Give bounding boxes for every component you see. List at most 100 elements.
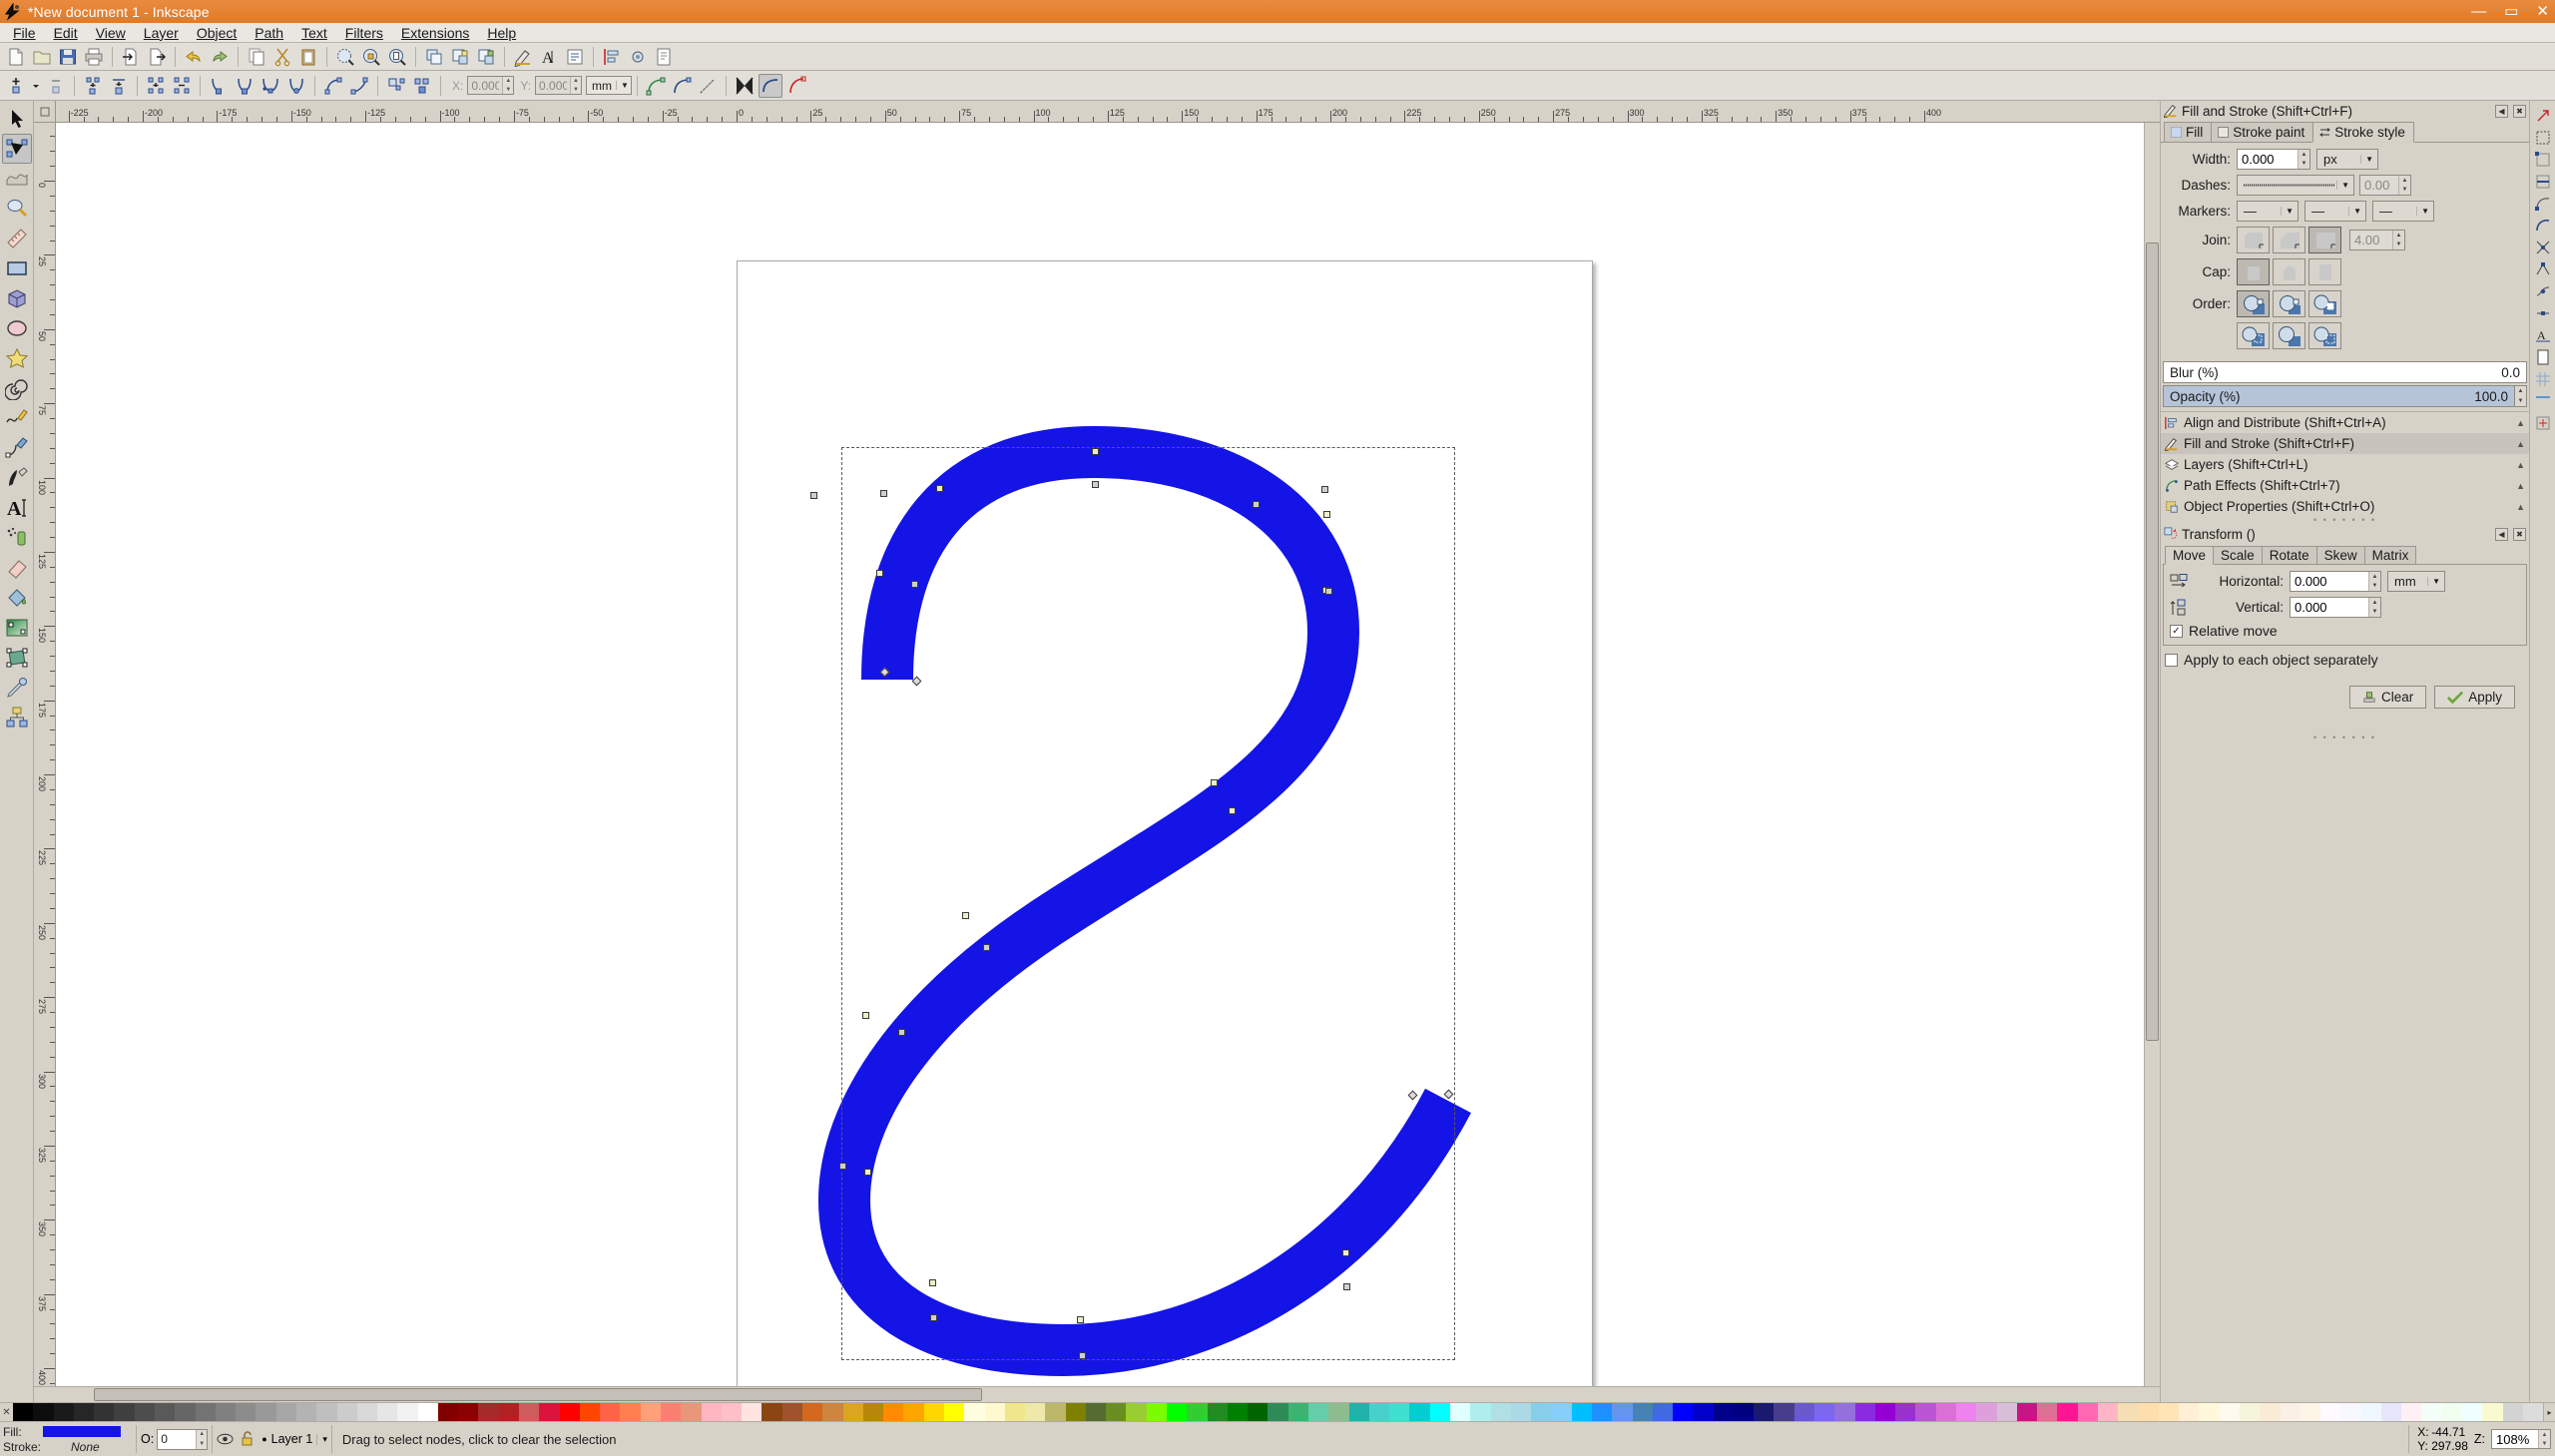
snap-guide-icon[interactable]: [2532, 390, 2554, 412]
path-node-handle[interactable]: [876, 570, 883, 577]
path-node-handle[interactable]: [1343, 1283, 1350, 1290]
palette-swatch[interactable]: [1227, 1403, 1249, 1421]
palette-swatch[interactable]: [781, 1403, 802, 1421]
dashes-combo[interactable]: ▼: [2237, 175, 2354, 196]
palette-swatch[interactable]: [1673, 1403, 1694, 1421]
palette-swatch[interactable]: [1065, 1403, 1086, 1421]
insert-node-icon[interactable]: [4, 74, 28, 98]
palette-swatch[interactable]: [458, 1403, 479, 1421]
menu-help[interactable]: Help: [478, 24, 525, 42]
palette-swatch[interactable]: [1328, 1403, 1349, 1421]
path-node-handle[interactable]: [1321, 486, 1328, 493]
ellipse-tool-icon[interactable]: [2, 313, 32, 343]
palette-swatch[interactable]: [2421, 1403, 2442, 1421]
relative-move-row[interactable]: ✓ Relative move: [2170, 623, 2520, 639]
fill-stroke-icon[interactable]: [511, 45, 535, 69]
menu-text[interactable]: Text: [292, 24, 336, 42]
palette-swatch[interactable]: [1793, 1403, 1815, 1421]
horizontal-field[interactable]: ▲▼: [2290, 571, 2381, 592]
opacity-spinner[interactable]: ▲ ▼: [196, 1429, 208, 1449]
palette-swatch[interactable]: [1025, 1403, 1046, 1421]
vertical-scrollbar-thumb[interactable]: [2146, 243, 2159, 1041]
palette-swatch[interactable]: [2380, 1403, 2402, 1421]
palette-swatch[interactable]: [842, 1403, 863, 1421]
palette-swatch[interactable]: [2360, 1403, 2381, 1421]
palette-swatch[interactable]: [1085, 1403, 1107, 1421]
palette-swatch[interactable]: [2522, 1403, 2544, 1421]
tab-skew[interactable]: Skew: [2315, 546, 2365, 564]
chevron-up-icon[interactable]: ▲: [2516, 481, 2525, 491]
palette-swatch[interactable]: [316, 1403, 337, 1421]
redo-icon[interactable]: [208, 45, 232, 69]
zoom-tool-icon[interactable]: [2, 194, 32, 224]
ungroup-icon[interactable]: [474, 45, 498, 69]
chevron-up-icon[interactable]: ▲: [2516, 418, 2525, 428]
order-stroke-markers-fill-button[interactable]: [2308, 322, 2341, 349]
connector-tool-icon[interactable]: [2, 643, 32, 673]
apply-each-checkbox[interactable]: [2165, 653, 2178, 667]
tab-matrix[interactable]: Matrix: [2363, 546, 2417, 564]
break-path-icon[interactable]: [81, 74, 105, 98]
palette-swatch[interactable]: [2482, 1403, 2503, 1421]
layer-dropdown-icon[interactable]: ▾: [316, 1433, 327, 1445]
export-icon[interactable]: [145, 45, 169, 69]
path-node-handle[interactable]: [929, 1279, 936, 1286]
palette-swatch[interactable]: [2462, 1403, 2483, 1421]
path-node-handle[interactable]: [1229, 807, 1236, 814]
path-node-handle[interactable]: [1079, 1352, 1086, 1359]
tweak-tool-icon[interactable]: [2, 164, 32, 194]
path-node-handle[interactable]: [930, 1314, 937, 1321]
path-node-handle[interactable]: [962, 912, 969, 919]
make-symmetric-icon[interactable]: [258, 74, 282, 98]
minimize-button[interactable]: —: [2471, 4, 2486, 19]
diagram-connector-tool-icon[interactable]: [2, 703, 32, 732]
cut-icon[interactable]: [270, 45, 294, 69]
dialog-item-path-effects[interactable]: Path Effects (Shift+Ctrl+7) ▲: [2161, 475, 2529, 496]
palette-swatch[interactable]: [1106, 1403, 1127, 1421]
eraser-tool-icon[interactable]: [2, 553, 32, 583]
path-node-handle[interactable]: [810, 492, 817, 499]
node-unit-combo[interactable]: mm ▼: [586, 76, 632, 95]
maximize-button[interactable]: ▭: [2504, 4, 2518, 19]
path-node-handle[interactable]: [1325, 588, 1332, 595]
palette-swatch[interactable]: [903, 1403, 924, 1421]
tab-rotate[interactable]: Rotate: [2261, 546, 2317, 564]
path-node-handle[interactable]: [880, 490, 887, 497]
path-node-handle[interactable]: [1253, 501, 1260, 508]
ruler-corner-unit[interactable]: [34, 101, 56, 123]
node-editor-tool-icon[interactable]: [1, 134, 32, 164]
save-document-icon[interactable]: [56, 45, 80, 69]
palette-swatch[interactable]: [2199, 1403, 2220, 1421]
node-y-field[interactable]: ▲▼: [535, 76, 583, 95]
palette-swatch[interactable]: [1551, 1403, 1572, 1421]
fill-color-swatch[interactable]: [43, 1426, 121, 1437]
stroke-width-spinner[interactable]: ▲ ▼: [2298, 150, 2309, 169]
apply-each-row[interactable]: Apply to each object separately: [2165, 652, 2527, 668]
snap-nodes-icon[interactable]: [2532, 193, 2554, 215]
zoom-field[interactable]: ▲ ▼: [2491, 1429, 2551, 1449]
palette-swatch[interactable]: [2016, 1403, 2038, 1421]
snap-cusp-nodes-icon[interactable]: [2532, 258, 2554, 280]
make-curve-icon[interactable]: [347, 74, 371, 98]
palette-swatch[interactable]: [1754, 1403, 1775, 1421]
zoom-drawing-icon[interactable]: [359, 45, 383, 69]
palette-swatch[interactable]: [215, 1403, 237, 1421]
palette-swatch[interactable]: [559, 1403, 580, 1421]
snap-smooth-nodes-icon[interactable]: [2532, 280, 2554, 302]
path-node-handle[interactable]: [1092, 481, 1099, 488]
palette-swatch[interactable]: [943, 1403, 965, 1421]
palette-swatch[interactable]: [2097, 1403, 2119, 1421]
join-nodes-icon[interactable]: [107, 74, 131, 98]
palette-swatch[interactable]: [519, 1403, 540, 1421]
dialog-item-align-distribute[interactable]: Align and Distribute (Shift+Ctrl+A) ▲: [2161, 412, 2529, 433]
palette-swatch[interactable]: [498, 1403, 520, 1421]
path-node-handle[interactable]: [1323, 511, 1330, 518]
snap-midpoint-icon[interactable]: [2532, 302, 2554, 324]
palette-swatch[interactable]: [195, 1403, 216, 1421]
gradient-tool-icon[interactable]: [2, 613, 32, 643]
open-document-icon[interactable]: [30, 45, 54, 69]
marker-start-combo[interactable]: — ▼: [2237, 201, 2299, 222]
palette-swatch[interactable]: [295, 1403, 317, 1421]
cap-square-button[interactable]: [2308, 258, 2341, 285]
palette-swatch[interactable]: [1470, 1403, 1491, 1421]
